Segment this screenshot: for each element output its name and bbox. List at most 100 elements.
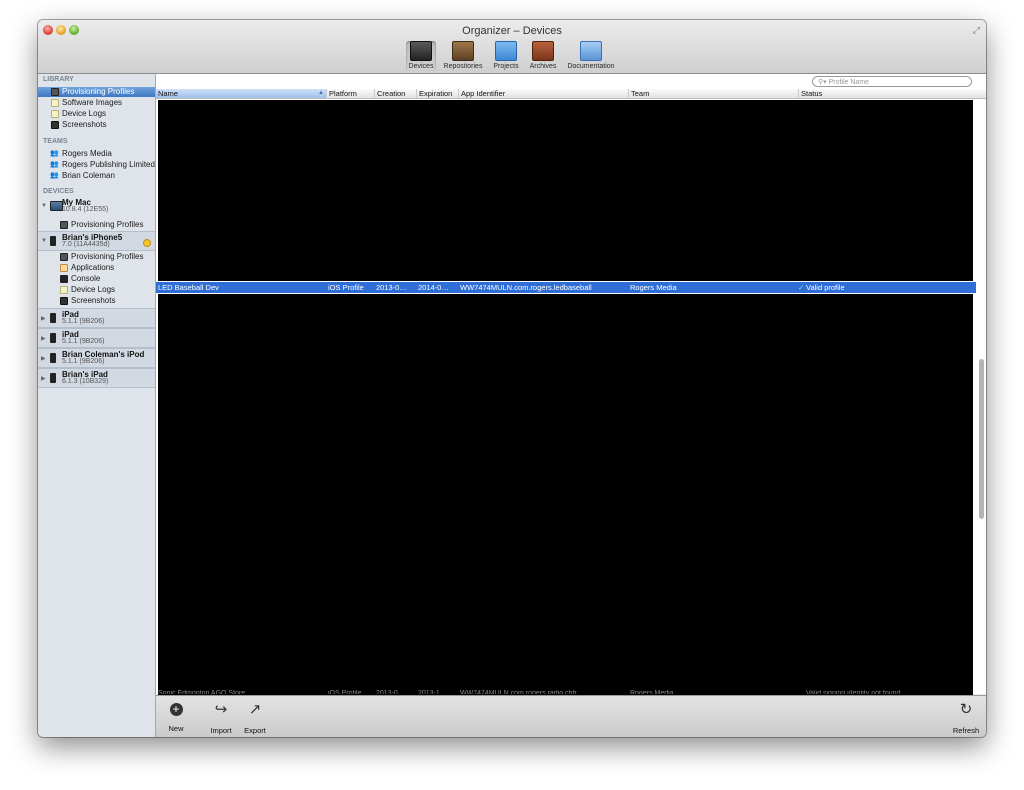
- sidebar-item-label: Rogers Media: [62, 149, 112, 158]
- device-log-icon: [51, 110, 59, 118]
- provisioning-profile-icon: [51, 88, 59, 96]
- cell-status: Valid signing identity not found: [806, 690, 901, 694]
- disclosure-closed-icon[interactable]: ▶: [41, 355, 46, 362]
- column-header-team[interactable]: Team: [628, 89, 799, 98]
- toolbar-documentation[interactable]: Documentation: [563, 41, 619, 71]
- ipad-icon: [50, 373, 56, 383]
- sidebar-item-iphone-applications[interactable]: Applications: [38, 263, 155, 273]
- device-ipad[interactable]: ▶ iPad 5.1.1 (9B206): [38, 308, 155, 328]
- new-label: New: [168, 724, 184, 733]
- documentation-icon: [580, 41, 602, 61]
- sidebar-item-iphone-console[interactable]: Console: [38, 274, 155, 284]
- disclosure-open-icon[interactable]: ▼: [41, 203, 47, 209]
- refresh-button[interactable]: ↻ Refresh: [950, 701, 982, 735]
- column-header-creation[interactable]: Creation: [374, 89, 417, 98]
- device-my-mac[interactable]: ▼ My Mac 10.8.4 (12E55): [38, 198, 155, 216]
- import-button[interactable]: ↪ Import: [206, 701, 236, 735]
- device-version: 10.8.4 (12E55): [62, 206, 109, 213]
- window-title: Organizer – Devices: [462, 25, 562, 37]
- cell-creation: 2013-0…: [376, 690, 405, 694]
- sidebar-item-label: Software Images: [62, 98, 123, 107]
- screenshot-icon: [60, 297, 68, 305]
- device-version: 5.1.1 (9B206): [62, 318, 105, 325]
- repositories-icon: [452, 41, 474, 61]
- device-ipad[interactable]: ▶ iPad 5.1.1 (9B206): [38, 328, 155, 348]
- vertical-scrollbar[interactable]: [979, 359, 984, 519]
- sidebar-item-label: Brian Coleman: [62, 171, 115, 180]
- cell-app-identifier: WW7474MULN.com.rogers.ledbaseball: [460, 283, 592, 292]
- sidebar-item-iphone-device-logs[interactable]: Device Logs: [38, 285, 155, 295]
- sidebar-item-label: Screenshots: [62, 120, 107, 129]
- sidebar-item-provisioning-profiles[interactable]: Provisioning Profiles: [38, 87, 155, 97]
- sidebar-item-label: Device Logs: [62, 109, 107, 118]
- sidebar-item-label: Device Logs: [71, 285, 116, 294]
- export-label: Export: [244, 726, 266, 735]
- sidebar-item-software-images[interactable]: Software Images: [38, 98, 155, 108]
- team-icon: 👥: [50, 172, 59, 179]
- device-ipod[interactable]: ▶ Brian Coleman's iPod 5.1.1 (9B206): [38, 348, 155, 368]
- ipad-icon: [50, 313, 56, 323]
- ipod-icon: [50, 353, 56, 363]
- search-placeholder: Profile Name: [828, 79, 870, 86]
- device-log-icon: [60, 286, 68, 294]
- disclosure-closed-icon[interactable]: ▶: [41, 375, 46, 382]
- checkmark-icon: ✓: [798, 283, 805, 292]
- cell-team: Rogers Media: [630, 283, 677, 292]
- toolbar-devices[interactable]: Devices: [406, 41, 436, 71]
- provisioning-profile-icon: [60, 221, 68, 229]
- search-icon: ⚲▾: [818, 79, 829, 86]
- toolbar-projects-label: Projects: [493, 63, 519, 70]
- sidebar-item-label: Rogers Publishing Limited: [62, 160, 155, 169]
- toolbar-projects[interactable]: Projects: [489, 41, 523, 71]
- column-header-expiration[interactable]: Expiration: [416, 89, 459, 98]
- new-button[interactable]: + New: [164, 701, 188, 734]
- devices-icon: [410, 41, 432, 61]
- device-brians-ipad[interactable]: ▶ Brian's iPad 6.1.3 (10B329): [38, 368, 155, 388]
- column-header-app-identifier[interactable]: App Identifier: [458, 89, 629, 98]
- table-row-selected[interactable]: LED Baseball Dev iOS Profile 2013-0… 201…: [156, 282, 976, 293]
- sidebar-item-screenshots[interactable]: Screenshots: [38, 120, 155, 130]
- sidebar-item-label: Applications: [71, 263, 115, 272]
- sidebar-item-team[interactable]: 👥 Rogers Media: [38, 149, 155, 159]
- title-bar: Organizer – Devices ⤢ Devices Repositori…: [38, 20, 986, 74]
- disclosure-open-icon[interactable]: ▼: [41, 238, 47, 244]
- export-button[interactable]: ↗ Export: [240, 701, 270, 735]
- device-version: 5.1.1 (9B206): [62, 358, 105, 365]
- ipad-icon: [50, 333, 56, 343]
- sidebar-item-iphone-screenshots[interactable]: Screenshots: [38, 296, 155, 306]
- cell-name: LED Baseball Dev: [158, 283, 219, 292]
- sidebar-item-label: Screenshots: [71, 296, 116, 305]
- organizer-window: Organizer – Devices ⤢ Devices Repositori…: [38, 20, 986, 737]
- search-input[interactable]: ⚲▾ Profile Name: [812, 76, 972, 87]
- cell-app-identifier: WW7474MULN.com.rogers.radio.chfr: [460, 690, 577, 694]
- redacted-rows-bottom: [158, 294, 973, 715]
- column-header-name[interactable]: Name: [156, 89, 326, 98]
- cell-team: Rogers Media: [630, 690, 674, 694]
- toolbar-repositories[interactable]: Repositories: [439, 41, 487, 71]
- toolbar-devices-label: Devices: [408, 63, 434, 70]
- sidebar-item-iphone-provisioning-profiles[interactable]: Provisioning Profiles: [38, 252, 155, 262]
- device-iphone5[interactable]: ▼ Brian's iPhone5 7.0 (11A4435d): [38, 231, 155, 251]
- sidebar-item-mac-provisioning-profiles[interactable]: Provisioning Profiles: [38, 220, 155, 230]
- screenshot-icon: [51, 121, 59, 129]
- disclosure-closed-icon[interactable]: ▶: [41, 315, 46, 322]
- cell-expiration: 2014-0…: [418, 283, 449, 292]
- sidebar-item-device-logs[interactable]: Device Logs: [38, 109, 155, 119]
- sidebar-item-label: Provisioning Profiles: [71, 252, 144, 261]
- software-image-icon: [51, 99, 59, 107]
- applications-icon: [60, 264, 68, 272]
- toolbar-archives[interactable]: Archives: [525, 41, 561, 71]
- cell-name: Sonic Edmonton AGO Store: [158, 690, 246, 694]
- sidebar-item-team[interactable]: 👥 Brian Coleman: [38, 171, 155, 181]
- refresh-label: Refresh: [952, 726, 980, 735]
- disclosure-closed-icon[interactable]: ▶: [41, 335, 46, 342]
- device-version: 6.1.3 (10B329): [62, 378, 109, 385]
- device-version: 7.0 (11A4435d): [62, 241, 110, 248]
- column-header-status[interactable]: Status: [798, 89, 931, 98]
- sidebar-item-label: Console: [71, 274, 101, 283]
- console-icon: [60, 275, 68, 283]
- column-header-platform[interactable]: Platform: [326, 89, 375, 98]
- redacted-rows-top: [158, 100, 973, 281]
- fullscreen-icon[interactable]: ⤢: [973, 25, 980, 36]
- sidebar-item-team[interactable]: 👥 Rogers Publishing Limited: [38, 160, 155, 170]
